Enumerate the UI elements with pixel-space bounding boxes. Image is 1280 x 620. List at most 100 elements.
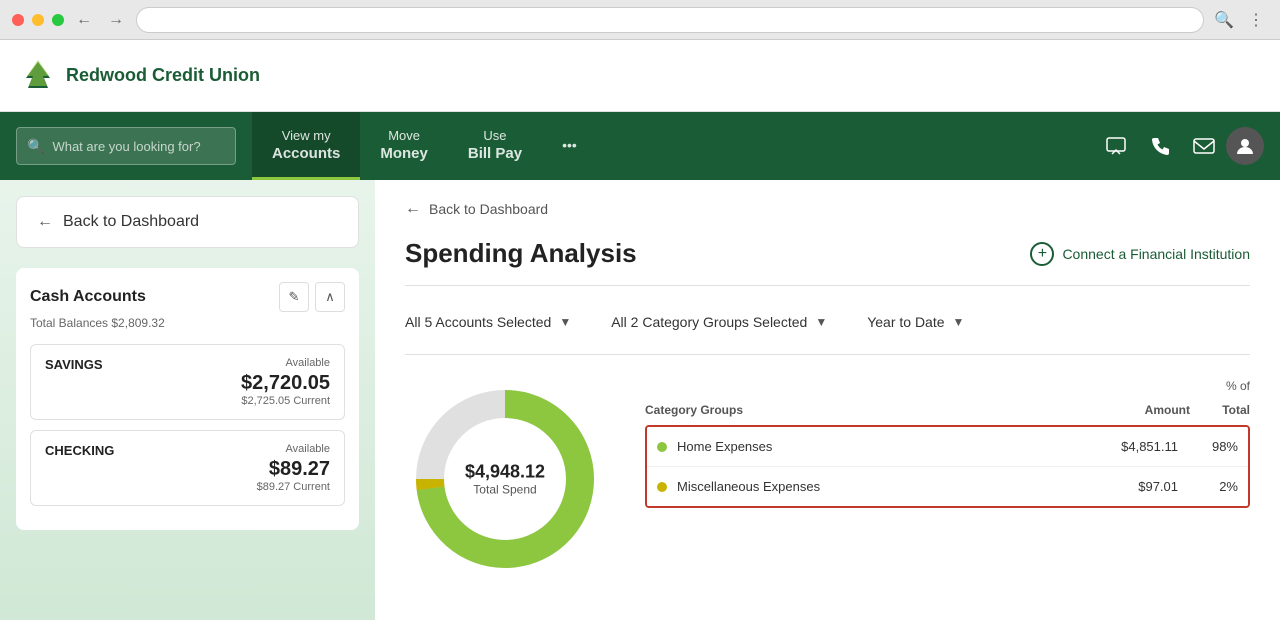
donut-center: $4,948.12 Total Spend	[465, 462, 545, 497]
checking-balance: $89.27	[45, 458, 330, 481]
nav-item-more[interactable]: •••	[542, 112, 597, 180]
table-row: Home Expenses $4,851.11 98%	[647, 427, 1248, 467]
back-to-dashboard-btn[interactable]: ← Back to Dashboard	[16, 196, 359, 248]
home-expenses-dot	[657, 442, 667, 452]
breadcrumb-label[interactable]: Back to Dashboard	[429, 201, 548, 217]
search-box[interactable]: 🔍	[16, 127, 236, 165]
close-btn[interactable]	[12, 14, 24, 26]
home-expenses-pct: 98%	[1178, 439, 1238, 454]
search-icon: 🔍	[27, 138, 44, 155]
collapse-accounts-btn[interactable]: ∧	[315, 282, 345, 312]
savings-account-header: SAVINGS Available	[45, 357, 330, 372]
checking-account-item[interactable]: CHECKING Available $89.27 $89.27 Current	[30, 430, 345, 506]
page-header: Spending Analysis + Connect a Financial …	[405, 238, 1250, 286]
savings-account-name: SAVINGS	[45, 357, 103, 372]
savings-balance: $2,720.05	[45, 372, 330, 395]
donut-chart: $4,948.12 Total Spend	[405, 379, 605, 579]
search-input[interactable]	[52, 139, 225, 154]
nav-item-money-bottom: Money	[380, 145, 428, 162]
accounts-filter-label: All 5 Accounts Selected	[405, 314, 551, 330]
nav-items: View my Accounts Move Money Use Bill Pay…	[252, 112, 673, 180]
checking-account-header: CHECKING Available	[45, 443, 330, 458]
nav-item-accounts-top: View my	[282, 128, 331, 143]
nav-item-accounts-bottom: Accounts	[272, 145, 340, 162]
total-balances: Total Balances $2,809.32	[30, 316, 345, 330]
filters-row: All 5 Accounts Selected ▼ All 2 Category…	[405, 306, 1250, 355]
nav-item-billpay[interactable]: Use Bill Pay	[448, 112, 542, 180]
chat-btn[interactable]	[1094, 124, 1138, 168]
menu-browser-btn[interactable]: ⋮	[1244, 8, 1268, 32]
logo-text: Redwood Credit Union	[66, 65, 260, 86]
checking-available-label: Available	[286, 443, 330, 455]
checking-current: $89.27 Current	[45, 481, 330, 493]
date-filter-dropdown[interactable]: Year to Date ▼	[867, 306, 980, 338]
accounts-actions: ✎ ∧	[279, 282, 345, 312]
logo-icon	[20, 58, 56, 94]
main-content: ← Back to Dashboard Cash Accounts ✎ ∧ To…	[0, 180, 1280, 620]
categories-filter-dropdown[interactable]: All 2 Category Groups Selected ▼	[611, 306, 843, 338]
spending-table: % of Category Groups Amount Total Home E…	[645, 379, 1250, 508]
breadcrumb: ← Back to Dashboard	[405, 200, 1250, 218]
pct-of-header: % of	[1190, 379, 1250, 393]
connect-icon: +	[1030, 242, 1054, 266]
more-label: •••	[562, 137, 577, 153]
pct-header-row: % of	[645, 379, 1250, 395]
forward-nav-btn[interactable]: →	[104, 8, 128, 32]
accounts-title: Cash Accounts	[30, 288, 146, 306]
accounts-section: Cash Accounts ✎ ∧ Total Balances $2,809.…	[16, 268, 359, 530]
table-row: Miscellaneous Expenses $97.01 2%	[647, 467, 1248, 506]
donut-label: Total Spend	[465, 483, 545, 497]
mail-btn[interactable]	[1182, 124, 1226, 168]
logo-area: Redwood Credit Union	[20, 58, 260, 94]
nav-item-billpay-bottom: Bill Pay	[468, 145, 522, 162]
categories-filter-chevron-icon: ▼	[815, 315, 827, 329]
edit-accounts-btn[interactable]: ✎	[279, 282, 309, 312]
accounts-filter-dropdown[interactable]: All 5 Accounts Selected ▼	[405, 306, 587, 338]
savings-account-item[interactable]: SAVINGS Available $2,720.05 $2,725.05 Cu…	[30, 344, 345, 420]
date-filter-chevron-icon: ▼	[953, 315, 965, 329]
donut-amount: $4,948.12	[465, 462, 545, 483]
chart-area: $4,948.12 Total Spend % of Category Grou…	[405, 379, 1250, 579]
table-body: Home Expenses $4,851.11 98% Miscellaneou…	[645, 425, 1250, 508]
phone-btn[interactable]	[1138, 124, 1182, 168]
col-pct-header: Total	[1190, 403, 1250, 417]
search-browser-btn[interactable]: 🔍	[1212, 8, 1236, 32]
checking-account-name: CHECKING	[45, 443, 114, 458]
nav-bar: 🔍 View my Accounts Move Money Use Bill P…	[0, 112, 1280, 180]
savings-current: $2,725.05 Current	[45, 395, 330, 407]
table-col-headers: Category Groups Amount Total	[645, 395, 1250, 425]
page-title: Spending Analysis	[405, 238, 637, 269]
nav-item-money-top: Move	[388, 128, 420, 143]
user-avatar[interactable]	[1226, 127, 1264, 165]
maximize-btn[interactable]	[52, 14, 64, 26]
right-panel: ← Back to Dashboard Spending Analysis + …	[375, 180, 1280, 620]
minimize-btn[interactable]	[32, 14, 44, 26]
back-label: Back to Dashboard	[63, 213, 199, 231]
nav-item-money[interactable]: Move Money	[360, 112, 448, 180]
nav-item-billpay-top: Use	[483, 128, 506, 143]
misc-expenses-dot	[657, 482, 667, 492]
misc-expenses-pct: 2%	[1178, 479, 1238, 494]
accounts-filter-chevron-icon: ▼	[559, 315, 571, 329]
app: Redwood Credit Union 🔍 View my Accounts …	[0, 40, 1280, 620]
back-arrow-icon: ←	[37, 213, 53, 231]
accounts-header: Cash Accounts ✎ ∧	[30, 282, 345, 312]
col-amount-header: Amount	[1090, 403, 1190, 417]
breadcrumb-arrow-icon: ←	[405, 200, 421, 218]
sidebar: ← Back to Dashboard Cash Accounts ✎ ∧ To…	[0, 180, 375, 620]
savings-available-label: Available	[286, 357, 330, 369]
misc-expenses-name: Miscellaneous Expenses	[677, 479, 1078, 494]
top-header: Redwood Credit Union	[0, 40, 1280, 112]
home-expenses-name: Home Expenses	[677, 439, 1078, 454]
date-filter-label: Year to Date	[867, 314, 944, 330]
col-category-header: Category Groups	[645, 403, 1090, 417]
browser-chrome: ← → 🔍 ⋮	[0, 0, 1280, 40]
connect-institution-btn[interactable]: + Connect a Financial Institution	[1030, 242, 1250, 266]
back-nav-btn[interactable]: ←	[72, 8, 96, 32]
misc-expenses-amount: $97.01	[1078, 479, 1178, 494]
home-expenses-amount: $4,851.11	[1078, 439, 1178, 454]
nav-item-accounts[interactable]: View my Accounts	[252, 112, 360, 180]
categories-filter-label: All 2 Category Groups Selected	[611, 314, 807, 330]
address-bar	[136, 7, 1204, 33]
connect-btn-label: Connect a Financial Institution	[1062, 246, 1250, 262]
